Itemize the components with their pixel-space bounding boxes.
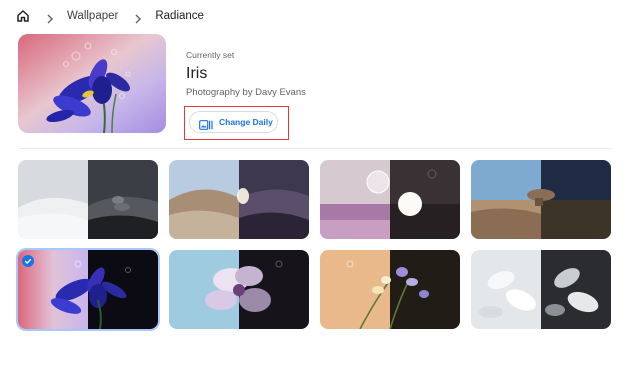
- selected-check-icon: [22, 255, 34, 267]
- photo-frames-icon: [199, 117, 213, 130]
- wallpaper-tile-bubble-field[interactable]: [320, 160, 460, 239]
- home-icon[interactable]: [16, 9, 30, 23]
- wallpaper-tile-desert-rock[interactable]: [471, 160, 611, 239]
- breadcrumb-radiance: Radiance: [155, 10, 204, 22]
- current-wallpaper-info: Currently set Iris Photography by Davy E…: [186, 50, 306, 98]
- wallpaper-tile-orchid[interactable]: [169, 250, 309, 329]
- chevron-right-icon: [46, 11, 54, 24]
- divider: [18, 148, 612, 149]
- change-daily-label: Change Daily: [219, 117, 273, 127]
- change-daily-button[interactable]: Change Daily: [189, 111, 278, 133]
- wallpaper-tile-freesia[interactable]: [320, 250, 460, 329]
- photo-credit: Photography by Davy Evans: [186, 87, 306, 98]
- breadcrumb-wallpaper[interactable]: Wallpaper: [67, 10, 118, 22]
- wallpaper-title: Iris: [186, 65, 208, 82]
- breadcrumb: Wallpaper Radiance: [16, 7, 204, 25]
- current-wallpaper-preview: [18, 34, 166, 133]
- wallpaper-tile-white-petals[interactable]: [471, 250, 611, 329]
- currently-set-label: Currently set: [186, 50, 235, 60]
- wallpaper-tile-grassy-hill[interactable]: [169, 160, 309, 239]
- wallpaper-tile-iris[interactable]: [18, 250, 158, 329]
- chevron-right-icon: [134, 11, 142, 24]
- wallpaper-tile-sand-dunes[interactable]: [18, 160, 158, 239]
